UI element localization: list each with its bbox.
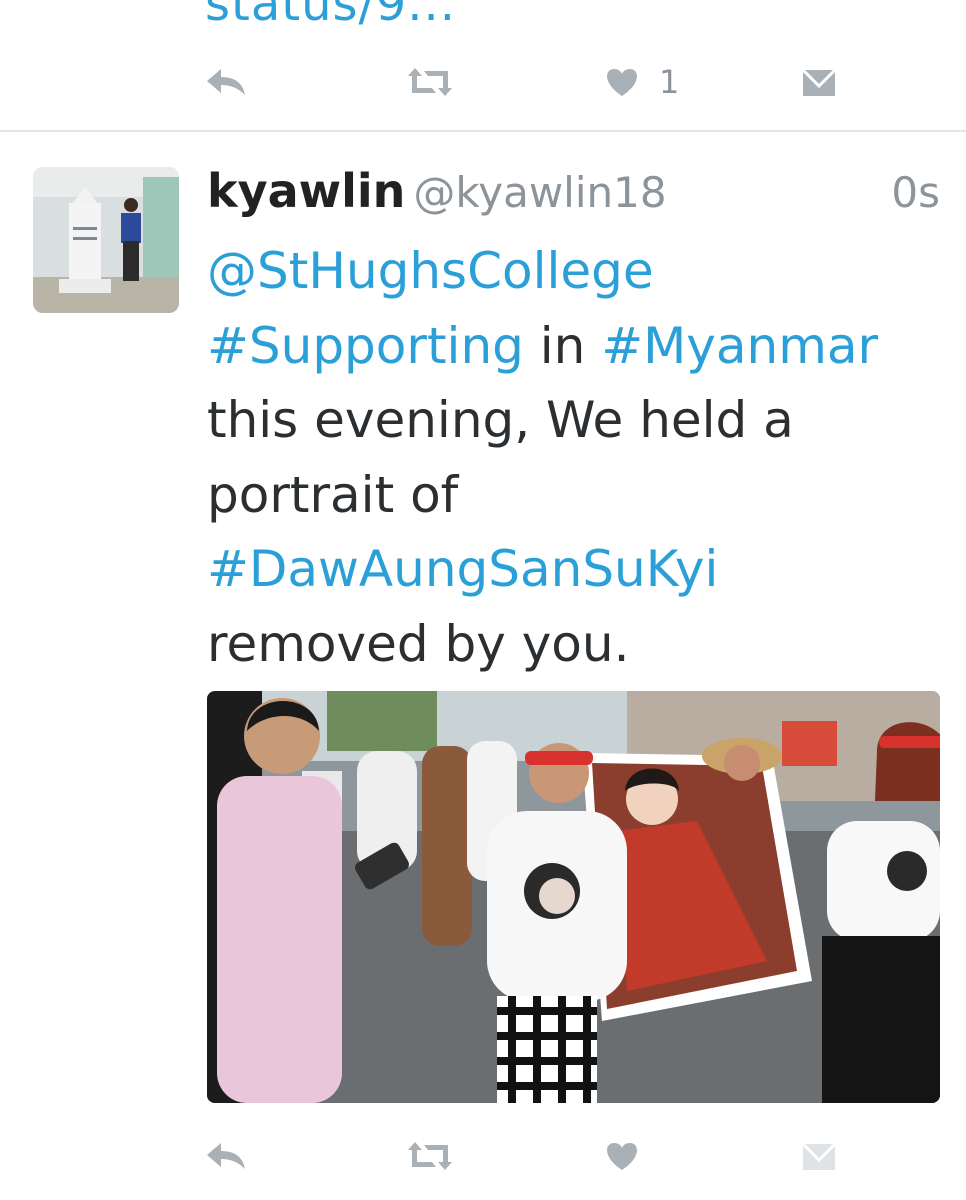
display-name[interactable]: kyawlin bbox=[207, 164, 405, 218]
tweet-actions bbox=[0, 1126, 966, 1186]
envelope-icon bbox=[801, 68, 837, 96]
tweet-timestamp: 0s bbox=[891, 168, 940, 217]
reply-icon bbox=[207, 69, 245, 95]
tweet-divider bbox=[0, 130, 966, 132]
tweet-photo[interactable] bbox=[207, 691, 940, 1103]
reply-icon bbox=[207, 1143, 245, 1169]
heart-icon bbox=[607, 69, 637, 96]
tweet-text-line: this evening, We held a bbox=[207, 391, 794, 449]
protest-photo-illustration bbox=[207, 691, 940, 1103]
envelope-icon bbox=[801, 1142, 837, 1170]
message-button[interactable] bbox=[801, 1126, 837, 1186]
like-button[interactable]: 1 bbox=[605, 52, 679, 112]
like-button[interactable] bbox=[605, 1126, 639, 1186]
heart-icon bbox=[607, 1143, 637, 1170]
tweet-text-line: portrait of bbox=[207, 465, 459, 524]
avatar-photo bbox=[33, 167, 179, 313]
tweet-text-line: removed by you. bbox=[207, 614, 630, 673]
message-button[interactable] bbox=[801, 52, 837, 112]
avatar[interactable] bbox=[33, 167, 179, 313]
reply-button[interactable] bbox=[205, 1126, 247, 1186]
hashtag-dawaungsansukyi[interactable]: #DawAungSanSuKyi bbox=[207, 540, 718, 598]
retweet-icon bbox=[408, 1142, 452, 1170]
mention-link[interactable]: @StHughsCollege bbox=[207, 242, 654, 300]
hashtag-myanmar[interactable]: #Myanmar bbox=[601, 317, 878, 375]
retweet-button[interactable] bbox=[406, 1126, 454, 1186]
tweet-text: @StHughsCollege #Supporting in #Myanmar … bbox=[207, 234, 942, 681]
previous-tweet-actions: 1 bbox=[0, 52, 966, 112]
previous-tweet-link[interactable]: status/9... bbox=[205, 0, 456, 32]
text-in: in bbox=[523, 316, 602, 375]
retweet-icon bbox=[408, 68, 452, 96]
retweet-button[interactable] bbox=[406, 52, 454, 112]
hashtag-supporting[interactable]: #Supporting bbox=[207, 317, 524, 375]
tweet-header: kyawlin @kyawlin18 bbox=[207, 164, 667, 218]
user-handle[interactable]: @kyawlin18 bbox=[413, 168, 666, 217]
reply-button[interactable] bbox=[205, 52, 247, 112]
like-count: 1 bbox=[659, 63, 680, 101]
